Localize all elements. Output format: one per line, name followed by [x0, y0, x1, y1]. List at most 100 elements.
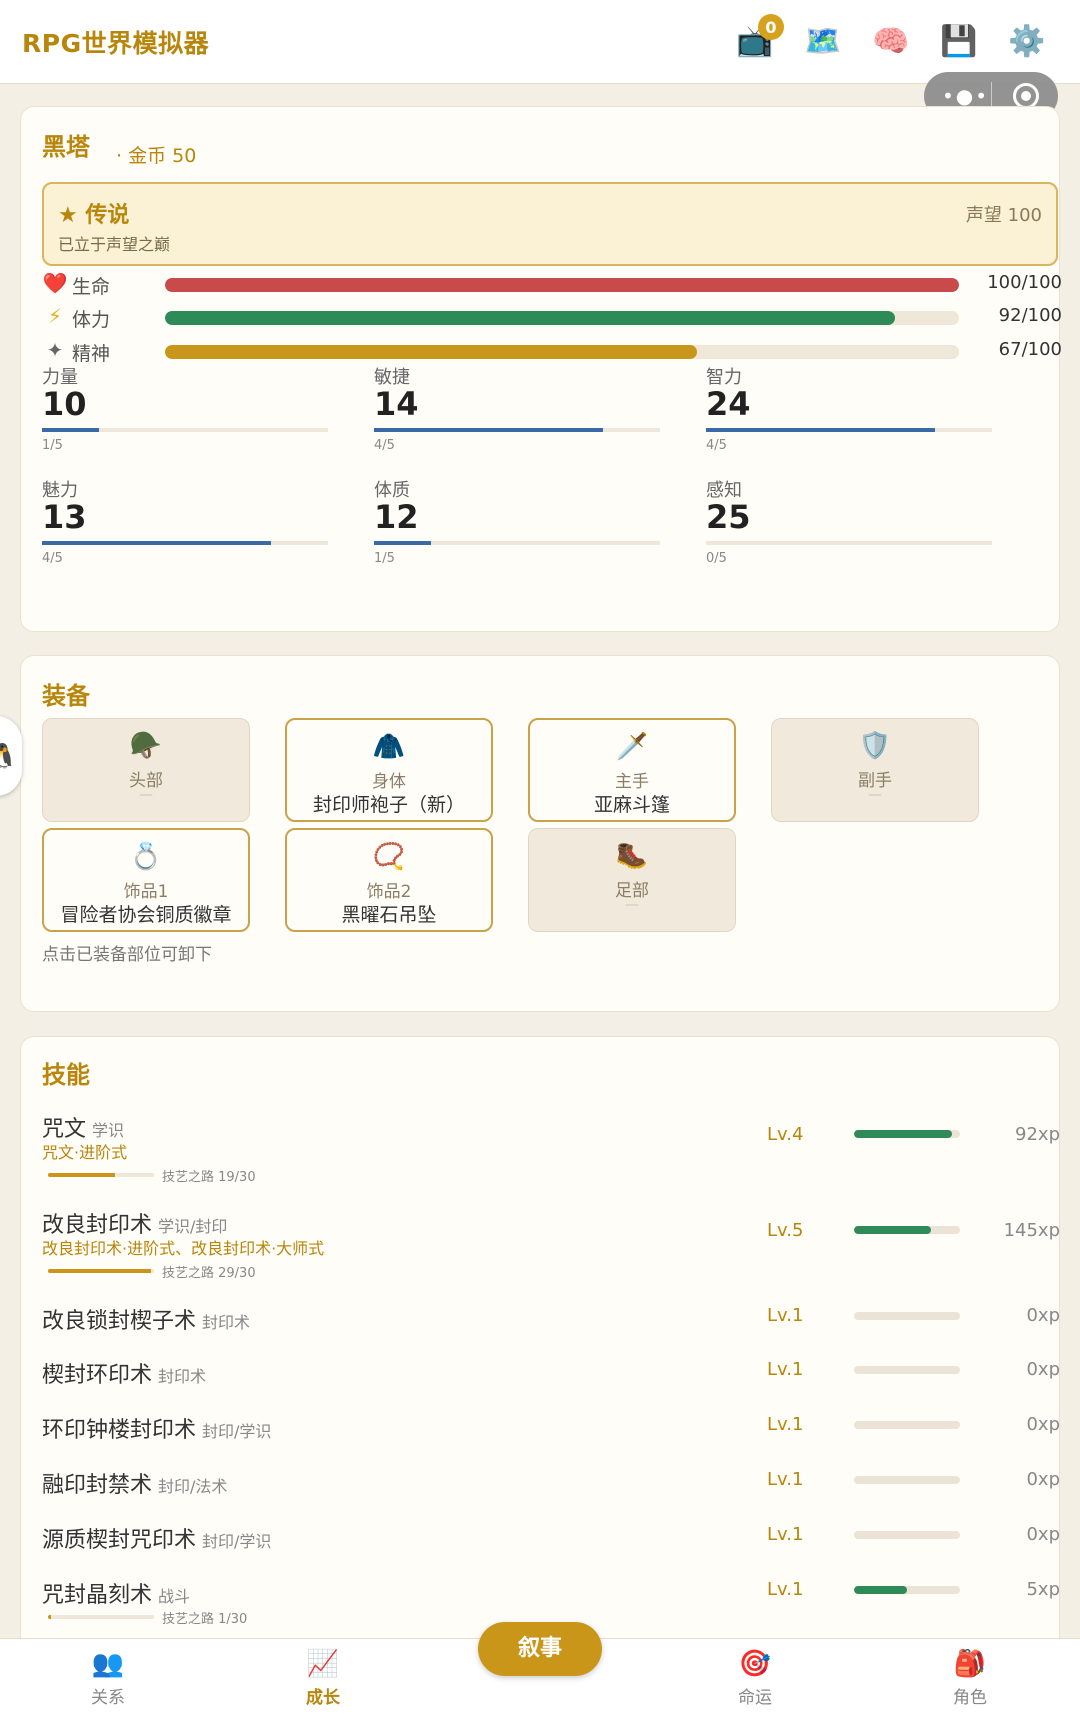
notification-badge: 0: [758, 14, 784, 40]
stat-value: 14: [374, 385, 419, 423]
skill-tag: 学识: [92, 1121, 125, 1140]
pendant-icon: 📿: [372, 842, 406, 872]
spirit-value: 67/100: [998, 339, 1062, 360]
stat-value: 12: [374, 498, 419, 536]
stat-charisma: 魅力 13 4/5: [42, 476, 328, 572]
map-icon[interactable]: 🗺️: [802, 20, 844, 62]
skill-row[interactable]: 改良封印术 学识/封印 改良封印术·进阶式、改良封印术·大师式 技艺之路 29/3…: [42, 1207, 1060, 1287]
slot-feet[interactable]: 🥾 足部 —: [528, 828, 736, 932]
stat-fill: [42, 428, 100, 432]
settings-gear-icon[interactable]: ⚙️: [1006, 20, 1048, 62]
slot-main-hand[interactable]: 🗡️ 主手 亚麻斗篷: [528, 718, 736, 822]
skill-row[interactable]: 改良锁封楔子术 封印术 Lv.1 0xp: [42, 1303, 1060, 1339]
slot-label: 主手: [615, 772, 649, 792]
skill-xp-track: [854, 1421, 960, 1429]
skill-tag: 封印术: [202, 1313, 251, 1332]
slot-item-name: 冒险者协会铜质徽章: [60, 904, 232, 926]
skill-name: 源质楔封咒印术 封印/学识: [42, 1522, 271, 1554]
nav-relations[interactable]: 👥 关系: [53, 1649, 163, 1708]
heart-icon: ❤️: [42, 271, 68, 295]
skill-tag: 封印/学识: [202, 1422, 272, 1441]
skill-name-text: 融印封禁术: [42, 1473, 153, 1498]
map-glyph: 🗺️: [804, 23, 842, 59]
story-button[interactable]: 叙事: [478, 1622, 602, 1676]
skill-row[interactable]: 楔封环印术 封印术 Lv.1 0xp: [42, 1357, 1060, 1393]
skill-tag: 学识/封印: [158, 1217, 228, 1236]
stat-fill: [706, 428, 935, 432]
skill-advanced: 改良封印术·进阶式、改良封印术·大师式: [42, 1239, 325, 1258]
character-card: 黑塔 · 金币 50 ★ 传说 已立于声望之巅 声望 100 ❤️ 生命 100…: [20, 106, 1062, 632]
character-name: 黑塔: [42, 133, 90, 161]
skill-name: 环印钟楼封印术 封印/学识: [42, 1412, 271, 1444]
more-menu-icon[interactable]: •●•: [942, 84, 989, 108]
brain-icon[interactable]: 🧠: [870, 20, 912, 62]
slot-accessory-2[interactable]: 📿 饰品2 黑曜石吊坠: [285, 828, 493, 932]
slot-accessory-1[interactable]: 💍 饰品1 冒险者协会铜质徽章: [42, 828, 250, 932]
tv-icon[interactable]: 📺 0: [734, 14, 784, 62]
skill-road-label: 技艺之路 29/30: [162, 1266, 256, 1281]
skill-row[interactable]: 融印封禁术 封印/法术 Lv.1 0xp: [42, 1467, 1060, 1503]
skill-tag: 封印/学识: [202, 1532, 272, 1551]
ring-icon: 💍: [129, 842, 163, 872]
skill-xp-track: [854, 1366, 960, 1374]
slot-label: 饰品1: [123, 882, 169, 902]
stat-progress: 1/5: [42, 438, 63, 453]
slot-off-hand[interactable]: 🛡️ 副手 —: [771, 718, 979, 822]
stamina-bar: ⚡ 体力 92/100: [42, 304, 1062, 332]
slot-body[interactable]: 🧥 身体 封印师袍子（新）: [285, 718, 493, 822]
stat-perception: 感知 25 0/5: [706, 476, 992, 572]
skill-tag: 战斗: [158, 1587, 191, 1606]
skill-name-text: 咒封晶刻术: [42, 1583, 153, 1608]
skill-xp-fill: [854, 1586, 907, 1594]
skill-name: 融印封禁术 封印/法术: [42, 1467, 227, 1499]
stamina-label: 体力: [72, 309, 111, 331]
slot-label: 饰品2: [366, 882, 412, 902]
lightning-icon: ⚡: [47, 304, 63, 328]
stamina-fill: [165, 311, 896, 325]
stat-value: 10: [42, 385, 87, 423]
nav-fate[interactable]: 🎯 命运: [700, 1649, 810, 1708]
skill-road-label: 技艺之路 1/30: [162, 1612, 248, 1627]
floating-side-button[interactable]: 🐧: [0, 716, 22, 796]
shield-icon: 🛡️: [858, 731, 892, 761]
equipment-card: 装备 🪖 头部 — 🧥 身体 封印师袍子（新） 🗡️ 主手 亚麻斗篷 🛡️ 副手…: [20, 655, 1060, 1012]
slot-empty-mark: —: [625, 897, 639, 913]
skill-xp-track: [854, 1586, 960, 1594]
stat-strength: 力量 10 1/5: [42, 363, 328, 459]
skill-xp-track: [854, 1476, 960, 1484]
skill-xp-fill: [854, 1226, 931, 1234]
stat-track: [42, 541, 328, 545]
stat-fill: [374, 428, 603, 432]
people-icon: 👥: [91, 1649, 125, 1679]
skill-xp: 0xp: [1026, 1414, 1060, 1435]
brain-glyph: 🧠: [872, 23, 910, 59]
skill-name-text: 源质楔封咒印术: [42, 1528, 197, 1553]
equipment-hint: 点击已装备部位可卸下: [42, 945, 212, 965]
top-bar: RPG世界模拟器 📺 0 🗺️ 🧠 💾 ⚙️: [0, 0, 1080, 84]
stat-progress: 1/5: [374, 551, 395, 566]
skill-row[interactable]: 环印钟楼封印术 封印/学识 Lv.1 0xp: [42, 1412, 1060, 1448]
coat-icon: 🧥: [372, 732, 406, 762]
skill-row[interactable]: 源质楔封咒印术 封印/学识 Lv.1 0xp: [42, 1522, 1060, 1558]
skill-xp: 145xp: [1003, 1220, 1060, 1241]
slot-head[interactable]: 🪖 头部 —: [42, 718, 250, 822]
skill-row[interactable]: 咒文 学识 咒文·进阶式 技艺之路 19/30 Lv.4 92xp: [42, 1111, 1060, 1191]
skill-xp-fill: [854, 1130, 952, 1138]
skill-xp-track: [854, 1130, 960, 1138]
boot-icon: 🥾: [615, 841, 649, 871]
stat-track: [706, 541, 992, 545]
skill-xp: 0xp: [1026, 1524, 1060, 1545]
slot-label: 身体: [372, 772, 406, 792]
skill-xp-track: [854, 1531, 960, 1539]
app-title: RPG世界模拟器: [22, 29, 210, 58]
stat-fill: [374, 541, 432, 545]
skill-level: Lv.5: [767, 1220, 804, 1241]
stat-track: [374, 428, 660, 432]
rank-title: ★ 传说: [58, 203, 130, 228]
nav-character[interactable]: 🎒 角色: [915, 1649, 1025, 1708]
nav-growth[interactable]: 📈 成长: [268, 1649, 378, 1708]
save-icon[interactable]: 💾: [938, 20, 980, 62]
skill-road-fill: [48, 1269, 151, 1273]
slot-item-name: 亚麻斗篷: [593, 794, 670, 816]
skill-road-track: [48, 1615, 154, 1619]
